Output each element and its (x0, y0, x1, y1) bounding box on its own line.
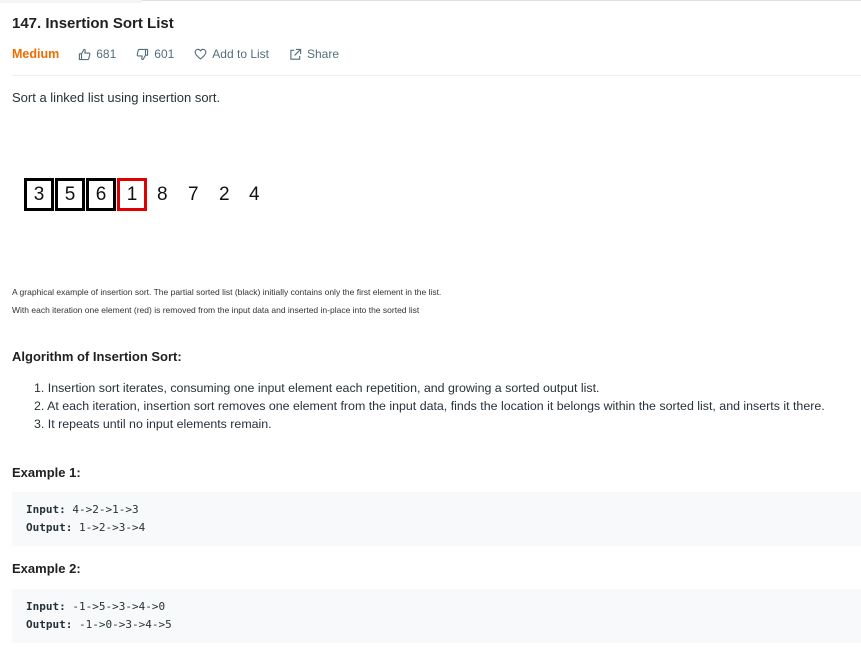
like-count: 681 (96, 47, 117, 61)
problem-meta-bar: Medium 681 601 Add to List Share (12, 45, 359, 63)
algorithm-step: 3. It repeats until no input elements re… (34, 417, 272, 431)
output-label: Output: (26, 618, 73, 631)
sorted-element-box: 3 (24, 178, 54, 211)
page-title: 147. Insertion Sort List (12, 15, 174, 32)
animation-caption-line-2: With each iteration one element (red) is… (12, 305, 420, 315)
add-to-list-label: Add to List (212, 47, 269, 61)
add-to-list-button[interactable]: Add to List (194, 47, 269, 61)
unsorted-element: 8 (157, 184, 168, 205)
example-2-input-line: Input: -1->5->3->4->0 (26, 600, 165, 613)
output-label: Output: (26, 521, 73, 534)
example-2-heading: Example 2: (12, 561, 81, 576)
dislike-count: 601 (154, 47, 175, 61)
sorted-element-box: 6 (86, 178, 116, 211)
input-value: 4->2->1->3 (72, 503, 139, 516)
output-value: 1->2->3->4 (78, 521, 146, 534)
header-divider (12, 75, 861, 76)
input-label: Input: (26, 503, 66, 516)
example-1-output-line: Output: 1->2->3->4 (26, 521, 145, 534)
share-label: Share (307, 47, 340, 61)
example-1-input-line: Input: 4->2->1->3 (26, 503, 139, 516)
algorithm-step: 2. At each iteration, insertion sort rem… (34, 399, 825, 413)
unsorted-element: 4 (249, 184, 260, 205)
like-button[interactable]: 681 (78, 47, 116, 61)
top-border (0, 0, 861, 3)
example-2-code-block: Input: -1->5->3->4->0 Output: -1->0->3->… (12, 589, 861, 643)
heart-icon (194, 48, 207, 60)
share-icon (290, 48, 302, 60)
unsorted-element: 7 (188, 184, 199, 205)
thumbs-up-icon (79, 48, 91, 60)
top-rule (142, 0, 861, 1)
example-1-heading: Example 1: (12, 465, 81, 480)
tab-edge (0, 0, 142, 3)
current-element-box: 1 (117, 178, 147, 211)
input-label: Input: (26, 600, 66, 613)
dislike-button[interactable]: 601 (136, 47, 174, 61)
sorted-element-box: 5 (55, 178, 85, 211)
algorithm-heading: Algorithm of Insertion Sort: (12, 349, 182, 364)
output-value: -1->0->3->4->5 (78, 618, 172, 631)
problem-description: Sort a linked list using insertion sort. (12, 90, 221, 105)
algorithm-steps-list: 1. Insertion sort iterates, consuming on… (34, 379, 825, 433)
unsorted-element: 2 (219, 184, 230, 205)
algorithm-step: 1. Insertion sort iterates, consuming on… (34, 381, 600, 395)
difficulty-badge: Medium (12, 47, 60, 61)
example-2-output-line: Output: -1->0->3->4->5 (26, 618, 172, 631)
thumbs-down-icon (136, 48, 149, 60)
example-1-code-block: Input: 4->2->1->3 Output: 1->2->3->4 (12, 492, 861, 546)
animation-caption-line-1: A graphical example of insertion sort. T… (12, 287, 442, 297)
share-button[interactable]: Share (289, 47, 339, 61)
input-value: -1->5->3->4->0 (72, 600, 166, 613)
